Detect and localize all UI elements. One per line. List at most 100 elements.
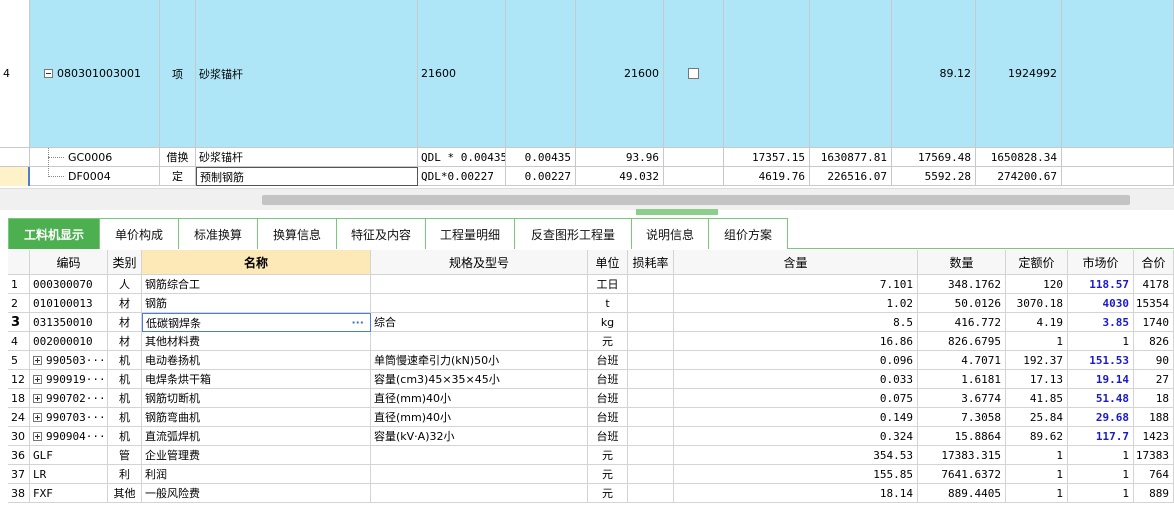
resource-cell-total[interactable]: 1423 [1134,427,1174,446]
column-header-spec[interactable]: 规格及型号 [371,250,588,275]
upper-cell-qty1[interactable]: 0.00227 [506,167,576,186]
upper-cell-qty2[interactable]: 93.96 [576,148,664,167]
resource-cell-loss[interactable] [628,408,674,427]
resource-cell-unit[interactable]: kg [588,313,628,332]
resource-cell-n[interactable]: 2 [8,294,30,313]
upper-cell-row[interactable] [0,148,30,167]
resource-cell-name[interactable]: 利润 [142,465,371,484]
resource-cell-content[interactable]: 0.075 [674,389,918,408]
resource-cell-n[interactable]: 5 [8,351,30,370]
resource-cell-content[interactable]: 16.86 [674,332,918,351]
resource-cell-name[interactable]: 钢筋综合工 [142,275,371,294]
resource-cell-spec[interactable] [371,446,588,465]
resource-cell-name[interactable]: 直流弧焊机 [142,427,371,446]
resource-cell-n[interactable]: 37 [8,465,30,484]
resource-cell-content[interactable]: 0.096 [674,351,918,370]
column-header-market[interactable]: 市场价 [1068,250,1134,275]
resource-cell-unit[interactable]: t [588,294,628,313]
resource-cell-n[interactable]: 4 [8,332,30,351]
resource-cell-quota[interactable]: 3070.18 [1006,294,1068,313]
resource-cell-code[interactable]: 990904··· [30,427,108,446]
tab-5[interactable]: 工程量明细 [425,218,515,249]
resource-cell-qty[interactable]: 826.6795 [918,332,1006,351]
resource-cell-market[interactable]: 151.53 [1068,351,1134,370]
tab-6[interactable]: 反查图形工程量 [514,218,632,249]
column-header-code[interactable]: 编码 [30,250,108,275]
resource-cell-content[interactable]: 8.5 [674,313,918,332]
upper-cell-p2[interactable]: 5592.28 [892,167,976,186]
resource-cell-cat[interactable]: 材 [108,313,142,332]
resource-cell-spec[interactable]: 综合 [371,313,588,332]
upper-cell-qty1[interactable] [506,0,576,148]
resource-cell-qty[interactable]: 50.0126 [918,294,1006,313]
resource-cell-code[interactable]: 000300070 [30,275,108,294]
resource-cell-unit[interactable]: 台班 [588,389,628,408]
resource-cell-total[interactable]: 188 [1134,408,1174,427]
row-checkbox-cell[interactable] [664,167,724,186]
upper-cell-name[interactable]: 砂浆锚杆 [196,148,418,167]
expand-icon[interactable] [33,355,42,365]
collapse-icon[interactable] [44,69,53,78]
column-header-content[interactable]: 含量 [674,250,918,275]
editing-name-cell[interactable]: 预制钢筋 [196,167,418,186]
resource-cell-name[interactable]: 其他材料费 [142,332,371,351]
resource-cell-market[interactable]: 4030 [1068,294,1134,313]
resource-cell-spec[interactable] [371,484,588,503]
resource-cell-cat[interactable]: 其他 [108,484,142,503]
resource-cell-market[interactable]: 1 [1068,332,1134,351]
resource-cell-content[interactable]: 0.033 [674,370,918,389]
resource-cell-name[interactable]: 钢筋切断机 [142,389,371,408]
tab-7[interactable]: 说明信息 [631,218,709,249]
resource-cell-qty[interactable]: 4.7071 [918,351,1006,370]
resource-cell-quota[interactable]: 89.62 [1006,427,1068,446]
resource-cell-qty[interactable]: 889.4405 [918,484,1006,503]
resource-cell-content[interactable]: 0.324 [674,427,918,446]
resource-cell-qty[interactable]: 15.8864 [918,427,1006,446]
resource-cell-total[interactable]: 764 [1134,465,1174,484]
resource-cell-n[interactable]: 24 [8,408,30,427]
resource-cell-spec[interactable] [371,465,588,484]
resource-cell-code[interactable]: 990919··· [30,370,108,389]
resource-cell-name[interactable]: 电动卷扬机 [142,351,371,370]
resource-cell-content[interactable]: 155.85 [674,465,918,484]
resource-cell-qty[interactable]: 7.3058 [918,408,1006,427]
resource-cell-code[interactable]: 002000010 [30,332,108,351]
resource-cell-content[interactable]: 0.149 [674,408,918,427]
resource-cell-n[interactable]: 36 [8,446,30,465]
resource-cell-total[interactable]: 17383 [1134,446,1174,465]
resource-cell-cat[interactable]: 利 [108,465,142,484]
resource-cell-market[interactable]: 3.85 [1068,313,1134,332]
upper-cell-code[interactable]: 080301003001 [30,0,160,148]
resource-cell-total[interactable]: 90 [1134,351,1174,370]
column-header-unit[interactable]: 单位 [588,250,628,275]
resource-cell-cat[interactable]: 材 [108,294,142,313]
resource-cell-spec[interactable]: 直径(mm)40小 [371,389,588,408]
expand-icon[interactable] [33,393,42,403]
resource-cell-unit[interactable]: 台班 [588,427,628,446]
column-header-total[interactable]: 合价 [1134,250,1174,275]
resource-cell-qty[interactable]: 7641.6372 [918,465,1006,484]
resource-cell-spec[interactable] [371,332,588,351]
tab-4[interactable]: 特征及内容 [336,218,426,249]
resource-cell-unit[interactable]: 元 [588,332,628,351]
resource-cell-content[interactable]: 354.53 [674,446,918,465]
upper-cell-row[interactable]: 4 [0,0,30,148]
upper-cell-type[interactable]: 定 [160,167,196,186]
scrollbar-thumb[interactable] [262,195,1130,205]
resource-cell-n[interactable]: 3 [8,313,30,332]
resource-cell-qty[interactable]: 416.772 [918,313,1006,332]
resource-cell-loss[interactable] [628,484,674,503]
resource-cell-n[interactable]: 38 [8,484,30,503]
resource-cell-spec[interactable]: 容量(kV·A)32小 [371,427,588,446]
resource-cell-unit[interactable]: 元 [588,446,628,465]
resource-cell-loss[interactable] [628,351,674,370]
resource-cell-qty[interactable]: 348.1762 [918,275,1006,294]
upper-cell-t1[interactable] [810,0,892,148]
upper-cell-t2[interactable]: 274200.67 [976,167,1062,186]
upper-cell-qty2[interactable]: 49.032 [576,167,664,186]
upper-cell-expr[interactable]: 21600 [418,0,506,148]
resource-cell-market[interactable]: 1 [1068,446,1134,465]
column-header-n[interactable] [8,250,30,275]
tab-3[interactable]: 换算信息 [257,218,337,249]
more-options-icon[interactable]: ··· [351,316,364,329]
